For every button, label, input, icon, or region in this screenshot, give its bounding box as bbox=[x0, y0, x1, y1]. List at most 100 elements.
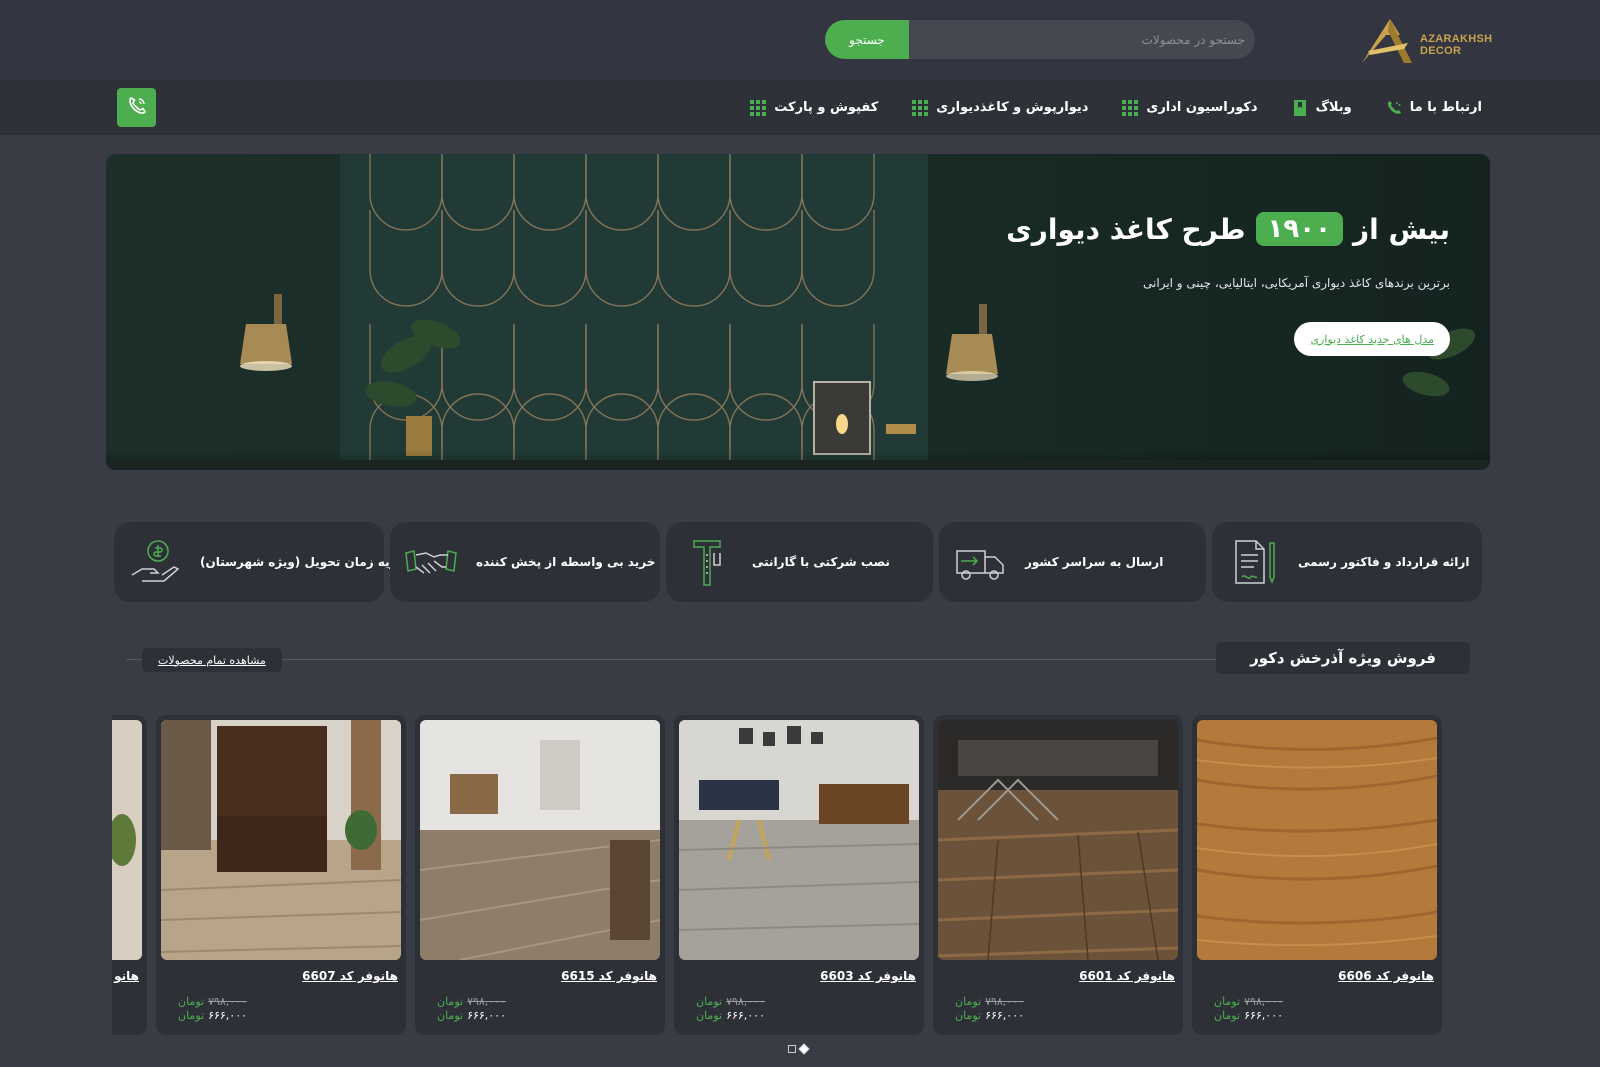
new-price-value: ۶۶۶,۰۰۰ bbox=[467, 1009, 507, 1022]
product-name[interactable]: هانوفر کد 6601 bbox=[1079, 969, 1175, 983]
new-price-value: ۶۶۶,۰۰۰ bbox=[208, 1009, 248, 1022]
hero-title-prefix: بیش از bbox=[1353, 212, 1450, 246]
currency-label: تومان bbox=[696, 1009, 723, 1022]
carousel-dot[interactable] bbox=[788, 1045, 796, 1053]
product-image[interactable] bbox=[938, 720, 1178, 960]
hero-title-suffix: طرح کاغذ دیواری bbox=[1006, 212, 1246, 246]
new-price-value: ۶۶۶,۰۰۰ bbox=[726, 1009, 766, 1022]
currency-label: تومان bbox=[178, 995, 205, 1008]
search-button[interactable]: جستجو bbox=[825, 20, 909, 59]
nav-item-office-decor[interactable]: دکوراسیون اداری bbox=[1122, 99, 1258, 116]
bookmark-icon bbox=[1292, 99, 1308, 116]
logo-mark-icon bbox=[1362, 19, 1412, 63]
nav-item-label: ارتباط با ما bbox=[1409, 100, 1482, 115]
feature-pay-on-delivery: تسویه زمان تحویل (ویژه شهرستان) bbox=[114, 522, 414, 602]
feature-label: خرید بی واسطه از پخش کننده bbox=[476, 555, 656, 569]
currency-label: تومان bbox=[1214, 1009, 1241, 1022]
currency-label: تومان bbox=[437, 995, 464, 1008]
nav-menu: کفپوش و پارکت دیوارپوش و کاغذدیواری دکور… bbox=[750, 80, 1482, 135]
product-new-price: ۶۶۶,۰۰۰تومان bbox=[437, 1009, 506, 1022]
old-price-value: ۷۹۸,۰۰۰ bbox=[1244, 995, 1284, 1008]
product-name[interactable]: هانو bbox=[114, 969, 139, 983]
hero-cta-button[interactable]: مدل های جدید کاغذ دیواری bbox=[1294, 322, 1450, 356]
new-price-value: ۶۶۶,۰۰۰ bbox=[985, 1009, 1025, 1022]
features-strip: ارائه قرارداد و فاکتور رسمی ارسال به سرا… bbox=[114, 522, 1482, 602]
old-price-value: ۷۹۸,۰۰۰ bbox=[726, 995, 766, 1008]
see-all-products-link[interactable]: مشاهده تمام محصولات bbox=[142, 648, 282, 672]
product-card[interactable]: هانوفر کد 6607 ۷۹۸,۰۰۰تومان ۶۶۶,۰۰۰تومان bbox=[156, 715, 406, 1035]
currency-label: تومان bbox=[955, 1009, 982, 1022]
phone-call-icon bbox=[127, 96, 147, 120]
product-card[interactable]: هانوفر کد 6603 ۷۹۸,۰۰۰تومان ۶۶۶,۰۰۰تومان bbox=[674, 715, 924, 1035]
product-card[interactable]: هانوفر کد 6601 ۷۹۸,۰۰۰تومان ۶۶۶,۰۰۰تومان bbox=[933, 715, 1183, 1035]
product-old-price: ۷۹۸,۰۰۰تومان bbox=[437, 995, 506, 1008]
nav-item-label: وبلاگ bbox=[1315, 100, 1352, 115]
search-input[interactable] bbox=[909, 20, 1255, 59]
nav-item-contact[interactable]: ارتباط با ما bbox=[1386, 100, 1482, 116]
caliper-icon bbox=[680, 535, 734, 589]
carousel-dot-active[interactable] bbox=[798, 1043, 810, 1055]
main-nav: کفپوش و پارکت دیوارپوش و کاغذدیواری دکور… bbox=[0, 80, 1600, 135]
product-card[interactable]: هانوفر کد 6615 ۷۹۸,۰۰۰تومان ۶۶۶,۰۰۰تومان bbox=[415, 715, 665, 1035]
product-carousel[interactable]: هانوفر کد 6606 ۷۹۸,۰۰۰تومان ۶۶۶,۰۰۰تومان… bbox=[112, 715, 1488, 1035]
top-header: AZARAKHSH DECOR جستجو bbox=[0, 0, 1600, 80]
feature-official-invoice: ارائه قرارداد و فاکتور رسمی bbox=[1212, 522, 1482, 602]
logo-text-line2: DECOR bbox=[1420, 45, 1462, 57]
product-old-price: ۷۹۸,۰۰۰تومان bbox=[1214, 995, 1283, 1008]
product-name[interactable]: هانوفر کد 6606 bbox=[1338, 969, 1434, 983]
feature-nationwide-shipping: ارسال به سراسر کشور bbox=[939, 522, 1206, 602]
truck-icon bbox=[953, 535, 1007, 589]
currency-label: تومان bbox=[696, 995, 723, 1008]
product-image[interactable] bbox=[420, 720, 660, 960]
feature-label: ارائه قرارداد و فاکتور رسمی bbox=[1298, 555, 1470, 569]
logo-text-line1: AZARAKHSH bbox=[1420, 33, 1493, 45]
grid-icon bbox=[1122, 99, 1139, 116]
logo-text: AZARAKHSH DECOR bbox=[1420, 33, 1500, 57]
nav-item-label: دکوراسیون اداری bbox=[1146, 100, 1258, 115]
section-title: فروش ویژه آذرخش دکور bbox=[1216, 642, 1470, 674]
product-card[interactable]: هانو bbox=[112, 715, 147, 1035]
money-hand-icon bbox=[128, 535, 182, 589]
old-price-value: ۷۹۸,۰۰۰ bbox=[467, 995, 507, 1008]
currency-label: تومان bbox=[437, 1009, 464, 1022]
contract-icon bbox=[1226, 535, 1280, 589]
product-old-price: ۷۹۸,۰۰۰تومان bbox=[955, 995, 1024, 1008]
grid-icon bbox=[912, 99, 929, 116]
feature-warranty-installation: نصب شرکتی با گارانتی bbox=[666, 522, 933, 602]
product-new-price: ۶۶۶,۰۰۰تومان bbox=[696, 1009, 765, 1022]
nav-item-wallcovering[interactable]: دیوارپوش و کاغذدیواری bbox=[912, 99, 1089, 116]
product-card[interactable]: هانوفر کد 6606 ۷۹۸,۰۰۰تومان ۶۶۶,۰۰۰تومان bbox=[1192, 715, 1442, 1035]
product-name[interactable]: هانوفر کد 6603 bbox=[820, 969, 916, 983]
phone-icon bbox=[1386, 100, 1402, 116]
hero-banner: بیش از ۱۹۰۰ طرح کاغذ دیواری برترین برنده… bbox=[106, 154, 1490, 470]
product-image[interactable] bbox=[161, 720, 401, 960]
product-new-price: ۶۶۶,۰۰۰تومان bbox=[1214, 1009, 1283, 1022]
old-price-value: ۷۹۸,۰۰۰ bbox=[985, 995, 1025, 1008]
product-new-price: ۶۶۶,۰۰۰تومان bbox=[955, 1009, 1024, 1022]
currency-label: تومان bbox=[178, 1009, 205, 1022]
product-image[interactable] bbox=[1197, 720, 1437, 960]
product-image[interactable] bbox=[112, 720, 142, 960]
feature-label: ارسال به سراسر کشور bbox=[1025, 555, 1164, 569]
product-image[interactable] bbox=[679, 720, 919, 960]
product-name[interactable]: هانوفر کد 6607 bbox=[302, 969, 398, 983]
call-button[interactable] bbox=[117, 88, 156, 127]
nav-item-label: کفپوش و پارکت bbox=[774, 100, 879, 115]
product-old-price: ۷۹۸,۰۰۰تومان bbox=[696, 995, 765, 1008]
nav-item-label: دیوارپوش و کاغذدیواری bbox=[936, 100, 1089, 115]
product-old-price: ۷۹۸,۰۰۰تومان bbox=[178, 995, 247, 1008]
product-name[interactable]: هانوفر کد 6615 bbox=[561, 969, 657, 983]
search-bar: جستجو bbox=[825, 20, 1255, 59]
nav-item-blog[interactable]: وبلاگ bbox=[1292, 99, 1352, 116]
grid-icon bbox=[750, 99, 767, 116]
feature-label: نصب شرکتی با گارانتی bbox=[752, 555, 890, 569]
hero-title: بیش از ۱۹۰۰ طرح کاغذ دیواری bbox=[1006, 212, 1450, 246]
site-logo[interactable]: AZARAKHSH DECOR bbox=[1360, 15, 1500, 67]
hero-title-number: ۱۹۰۰ bbox=[1255, 212, 1343, 246]
feature-label: تسویه زمان تحویل (ویژه شهرستان) bbox=[200, 555, 414, 569]
hero-subtitle: برترین برندهای کاغذ دیواری آمریکایی، ایت… bbox=[1143, 276, 1450, 290]
feature-direct-purchase: خرید بی واسطه از پخش کننده bbox=[390, 522, 660, 602]
handshake-icon bbox=[404, 535, 458, 589]
new-price-value: ۶۶۶,۰۰۰ bbox=[1244, 1009, 1284, 1022]
nav-item-flooring[interactable]: کفپوش و پارکت bbox=[750, 99, 879, 116]
